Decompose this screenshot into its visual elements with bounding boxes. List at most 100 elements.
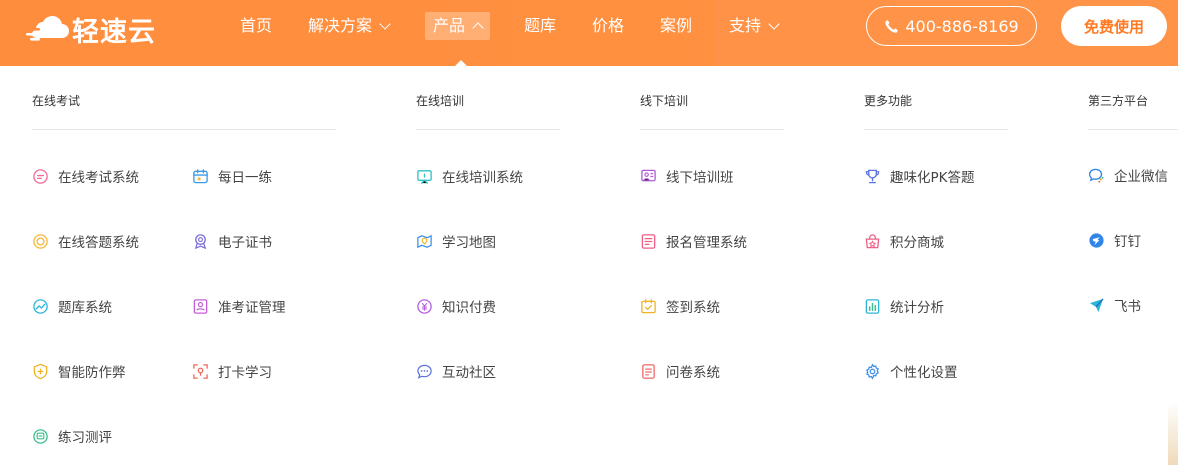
daily-practice-icon [193,168,208,183]
column-title-third-party: 第三方平台 [1088,94,1149,108]
nav-support-label: 支持 [729,16,762,35]
nav-question-bank-label: 题库 [524,16,557,35]
offline-class-icon [641,169,656,181]
free-trial-button[interactable]: 免费使用 [1061,6,1167,46]
nav-support[interactable]: 支持 [729,12,780,40]
column-divider [864,129,1008,130]
menu-item-label: 每日一练 [218,170,272,186]
menu-item-label: 统计分析 [890,300,944,316]
menu-item-label: 问卷系统 [666,365,720,381]
certificate-icon [194,233,207,249]
pk-trophy-icon [865,169,880,183]
menu-item-anti-cheat[interactable]: 智能防作弊 [32,361,126,381]
menu-item-question-bank[interactable]: 题库系统 [32,296,112,316]
column-divider [640,129,784,130]
menu-item-label: 积分商城 [890,235,944,251]
menu-item-exam-system[interactable]: 在线考试系统 [32,166,139,186]
menu-item-daily-practice[interactable]: 每日一练 [192,166,272,186]
menu-item-signin[interactable]: 签到系统 [640,296,720,316]
phone-icon [885,19,899,33]
menu-item-community[interactable]: 互动社区 [416,361,496,381]
column-divider [32,129,336,130]
wecom-icon [1088,168,1104,183]
answer-system-icon [33,233,48,249]
menu-item-admission-ticket[interactable]: 准考证管理 [192,296,286,316]
free-trial-label: 免费使用 [1083,17,1144,36]
nav-pricing-label: 价格 [592,16,625,35]
menu-item-label: 报名管理系统 [666,235,747,251]
nav-solutions[interactable]: 解决方案 [308,12,391,40]
products-mega-menu: 在线考试 在线考试系统 每日一练 在线答题系统 电子证书 题库系统 准考证管理 … [0,66,1178,465]
nav-products[interactable]: 产品 [425,12,491,40]
menu-item-label: 知识付费 [442,300,496,316]
column-divider [416,129,560,130]
menu-item-label: 钉钉 [1114,234,1141,250]
nav-products-label: 产品 [433,16,466,35]
menu-item-label: 个性化设置 [890,365,958,381]
menu-item-label: 线下培训班 [666,170,734,186]
survey-icon [642,363,655,379]
column-divider [1088,129,1178,130]
menu-item-points-mall[interactable]: 积分商城 [864,231,944,251]
menu-item-label: 在线考试系统 [58,170,139,186]
chevron-down-icon [379,18,391,30]
menu-item-label: 在线培训系统 [442,170,523,186]
training-system-icon [417,169,432,184]
menu-item-label: 飞书 [1114,299,1141,315]
top-navbar: 轻速云 首页 解决方案 产品 题库 价格 案例 支持 400-886-8169 … [0,0,1178,66]
menu-item-label: 在线答题系统 [58,235,139,251]
menu-item-offline-class[interactable]: 线下培训班 [640,166,734,186]
menu-item-checkin-learning[interactable]: 打卡学习 [192,361,272,381]
menu-item-label: 企业微信 [1114,169,1168,185]
column-title-exam: 在线考试 [32,94,81,108]
dingtalk-icon [1089,232,1104,248]
menu-item-personalization[interactable]: 个性化设置 [864,361,958,381]
learning-map-icon [417,234,432,248]
column-title-more: 更多功能 [864,94,913,108]
menu-item-label: 打卡学习 [218,365,272,381]
menu-item-statistics[interactable]: 统计分析 [864,296,944,316]
nav-pricing[interactable]: 价格 [592,12,624,40]
menu-item-label: 准考证管理 [218,300,286,316]
menu-item-certificate[interactable]: 电子证书 [192,231,272,251]
brand-logo[interactable]: 轻速云 [26,12,156,48]
nav-solutions-label: 解决方案 [308,16,373,35]
menu-item-learning-map[interactable]: 学习地图 [416,231,496,251]
menu-item-wecom[interactable]: 企业微信 [1088,165,1168,185]
menu-item-survey[interactable]: 问卷系统 [640,361,720,381]
menu-item-dingtalk[interactable]: 钉钉 [1088,230,1141,250]
nav-cases[interactable]: 案例 [660,12,692,40]
menu-item-practice-eval[interactable]: 练习测评 [32,426,112,446]
settings-gear-icon [866,362,879,380]
menu-item-answer-system[interactable]: 在线答题系统 [32,231,139,251]
corner-decoration [1168,401,1178,465]
menu-item-registration[interactable]: 报名管理系统 [640,231,747,251]
paid-knowledge-icon [417,298,432,314]
nav-cases-label: 案例 [660,16,693,35]
exam-system-icon [33,168,48,184]
community-icon [417,364,432,379]
statistics-icon [865,298,880,314]
question-bank-icon [33,298,48,314]
menu-item-label: 签到系统 [666,300,720,316]
cloud-logo-icon [26,15,69,41]
column-title-training: 在线培训 [416,94,465,108]
signin-icon [641,298,656,313]
feishu-icon [1089,298,1104,312]
phone-number: 400-886-8169 [905,16,1019,36]
menu-item-training-system[interactable]: 在线培训系统 [416,166,523,186]
nav-home[interactable]: 首页 [240,12,272,40]
nav-question-bank[interactable]: 题库 [524,12,556,40]
menu-item-label: 学习地图 [442,235,496,251]
menu-item-label: 智能防作弊 [58,365,126,381]
points-mall-icon [865,233,880,248]
menu-item-pk-quiz[interactable]: 趣味化PK答题 [864,166,975,186]
admission-ticket-icon [193,298,208,314]
anti-cheat-icon [33,363,48,379]
menu-item-label: 题库系统 [58,300,112,316]
menu-item-paid-knowledge[interactable]: 知识付费 [416,296,496,316]
phone-button[interactable]: 400-886-8169 [866,6,1037,46]
menu-item-feishu[interactable]: 飞书 [1088,295,1141,315]
menu-item-label: 趣味化PK答题 [890,170,975,186]
practice-eval-icon [33,428,48,444]
